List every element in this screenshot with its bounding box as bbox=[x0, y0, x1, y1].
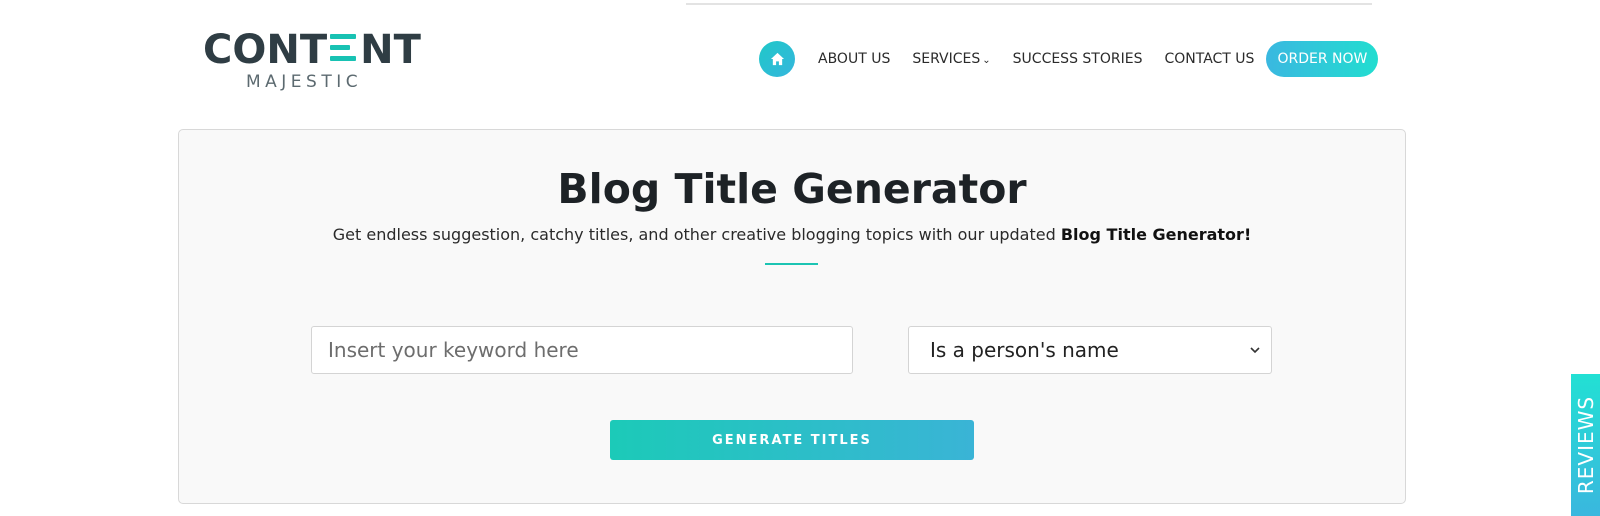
title-divider bbox=[765, 263, 818, 265]
chevron-down-icon: ⌄ bbox=[982, 55, 991, 66]
home-button[interactable] bbox=[759, 41, 795, 77]
order-now-button[interactable]: ORDER NOW bbox=[1266, 41, 1379, 77]
nav-services[interactable]: SERVICES ⌄ bbox=[912, 51, 990, 67]
nav-contact-us[interactable]: CONTACT US bbox=[1164, 51, 1254, 67]
main-nav: ABOUT US SERVICES ⌄ SUCCESS STORIES CONTA… bbox=[759, 41, 1379, 77]
keyword-type-select[interactable]: Is a person's name bbox=[908, 326, 1272, 374]
logo-text-right: NT bbox=[360, 27, 421, 73]
subtitle-text: Get endless suggestion, catchy titles, a… bbox=[332, 225, 1061, 244]
logo-text-left: CONT bbox=[203, 27, 328, 73]
reviews-tab-label: REVIEWS bbox=[1573, 395, 1598, 495]
subtitle-bold: Blog Title Generator! bbox=[1060, 225, 1252, 244]
keyword-type-value: Is a person's name bbox=[930, 338, 1119, 362]
page-title: Blog Title Generator bbox=[557, 165, 1027, 213]
logo-wordmark: CONT NT bbox=[203, 28, 421, 72]
top-rule bbox=[686, 3, 1372, 5]
page-subtitle: Get endless suggestion, catchy titles, a… bbox=[179, 224, 1405, 246]
keyword-input[interactable] bbox=[311, 326, 853, 374]
home-icon bbox=[770, 52, 784, 66]
nav-about-us[interactable]: ABOUT US bbox=[818, 51, 890, 67]
logo[interactable]: CONT NT MAJESTIC bbox=[203, 28, 421, 94]
chevron-down-icon bbox=[1250, 347, 1260, 354]
nav-services-label: SERVICES bbox=[912, 51, 981, 67]
title-generator-card: Blog Title Generator Get endless suggest… bbox=[178, 129, 1406, 504]
logo-tagline: MAJESTIC bbox=[246, 72, 363, 92]
logo-e-icon bbox=[328, 32, 358, 64]
generate-titles-button[interactable]: GENERATE TITLES bbox=[610, 420, 974, 460]
page: CONT NT MAJESTIC ABOUT US SERVICES ⌄ SUCCE… bbox=[0, 0, 1600, 516]
nav-success-stories[interactable]: SUCCESS STORIES bbox=[1013, 51, 1143, 67]
reviews-tab[interactable]: REVIEWS bbox=[1571, 374, 1600, 516]
